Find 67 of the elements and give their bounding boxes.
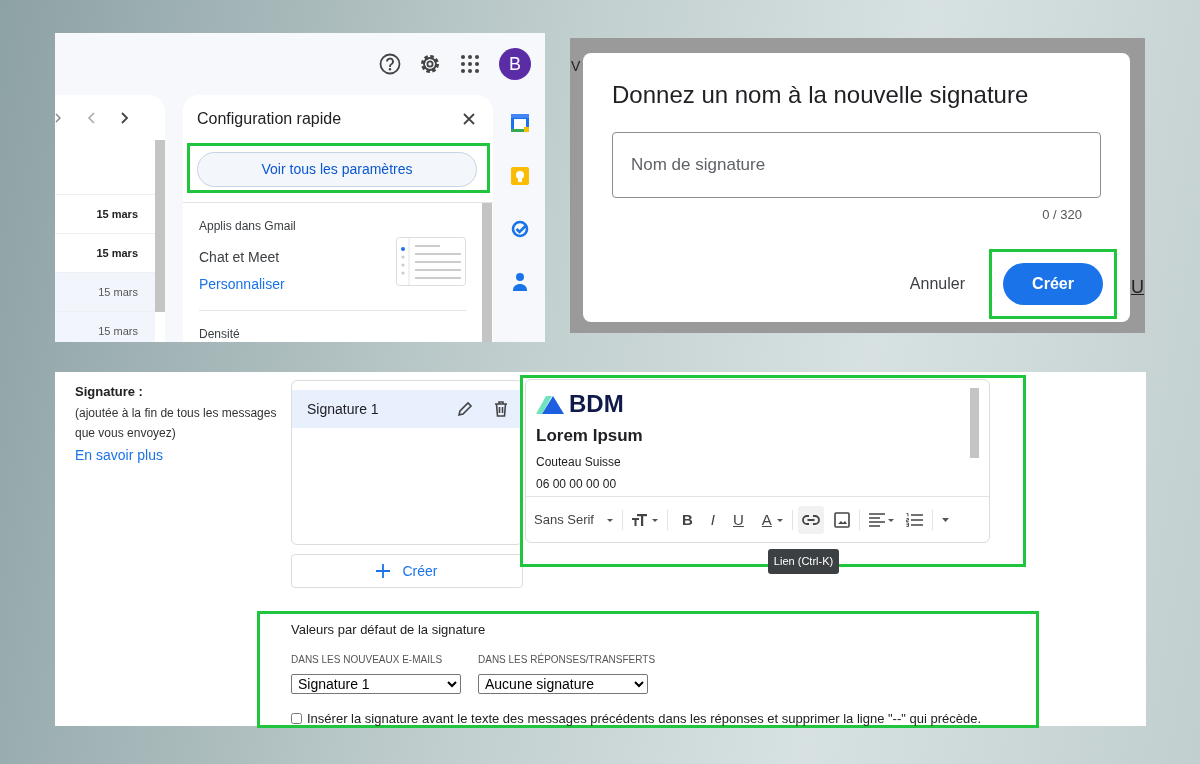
font-dropdown[interactable]: Sans Serif — [530, 508, 617, 532]
section-heading: Densité — [199, 326, 241, 342]
close-icon[interactable] — [463, 113, 475, 125]
trash-icon[interactable] — [494, 401, 508, 417]
logo-text: BDM — [569, 392, 624, 416]
checkbox[interactable] — [291, 712, 302, 724]
caret-icon — [607, 518, 613, 522]
setting-label: Chat et Meet — [199, 248, 281, 267]
mail-date: 15 mars — [96, 206, 138, 222]
caret-icon — [887, 518, 894, 522]
bold-button[interactable]: B — [678, 508, 697, 532]
person-icon[interactable] — [512, 272, 528, 292]
mail-date: 15 mars — [98, 323, 138, 339]
signature-dropdown[interactable]: Aucune signature — [478, 673, 648, 694]
align-left-icon — [868, 513, 885, 527]
settings-button[interactable]: Voir tous les paramètres — [197, 152, 477, 187]
link-icon — [801, 515, 820, 525]
character-counter: 0 / 320 — [1041, 205, 1082, 224]
image-icon — [833, 512, 850, 528]
text-color-button[interactable]: A — [757, 508, 787, 532]
signature-description: (ajoutée à la fin de tous les messages que vous envoyez) — [75, 404, 278, 442]
backdrop-text: V — [571, 57, 581, 76]
settings-icon[interactable] — [419, 53, 441, 75]
account-avatar[interactable]: B — [499, 48, 531, 80]
scrollbar[interactable] — [970, 388, 979, 458]
create-button[interactable]: Créer — [1003, 263, 1103, 306]
scrollbar[interactable] — [155, 140, 165, 312]
checkbox-label: Insérer la signature avant le texte des messages précédents dans les réponses et supprimer la ligne "--" qui précède. — [307, 709, 982, 728]
signature-item[interactable]: Signature 1 — [292, 390, 522, 428]
tooltip: Lien (Ctrl-K) — [767, 549, 840, 574]
caret-icon — [776, 518, 783, 522]
learn-more-link[interactable]: En savoir plus — [75, 446, 163, 463]
column-label: DANS LES RÉPONSES/TRANSFERTS — [478, 652, 656, 667]
panel-title: Configuration rapide — [197, 109, 342, 129]
backdrop-text: U — [1131, 276, 1144, 299]
column-label: DANS LES NOUVEAUX E-MAILS — [291, 652, 444, 667]
plus-icon — [376, 564, 391, 578]
section-heading: Applis dans Gmail — [199, 218, 297, 235]
check-circle-icon[interactable] — [510, 219, 530, 239]
customize-link[interactable]: Personnaliser — [199, 274, 285, 295]
help-icon[interactable] — [379, 53, 401, 75]
input-field[interactable]: Nom de signature — [612, 131, 1101, 198]
section-title: Valeurs par défaut de la signature — [291, 621, 487, 639]
caret-icon — [652, 518, 658, 522]
signature-name: Lorem Ipsum — [536, 425, 644, 447]
apps-icon[interactable] — [459, 53, 481, 75]
cancel-button[interactable]: Annuler — [909, 272, 965, 297]
pencil-icon[interactable] — [457, 401, 473, 417]
mail-date: 15 mars — [96, 245, 138, 261]
text-size-icon — [632, 513, 648, 527]
signature-line: Couteau Suisse — [536, 453, 622, 471]
signature-dropdown[interactable]: Signature 1 — [291, 673, 461, 694]
mail-date: 15 mars — [98, 284, 138, 300]
chevron-right-icon[interactable] — [121, 111, 129, 124]
italic-button[interactable]: I — [706, 508, 719, 532]
caret-icon — [941, 518, 949, 522]
signature-name: Signature 1 — [307, 399, 380, 419]
numbered-list-icon — [905, 513, 923, 527]
dialog-title: Donnez un nom à la nouvelle signature — [612, 81, 1030, 110]
calendar-icon[interactable] — [510, 113, 530, 133]
signature-line: 06 00 00 00 00 — [536, 475, 618, 493]
layout-preview-drawing — [396, 237, 466, 286]
scrollbar[interactable] — [482, 203, 492, 342]
create-button[interactable]: Créer — [291, 554, 523, 588]
logo-mark-icon — [536, 394, 566, 414]
signature-label: Signature : — [75, 383, 144, 401]
underline-button[interactable]: U — [729, 508, 748, 532]
